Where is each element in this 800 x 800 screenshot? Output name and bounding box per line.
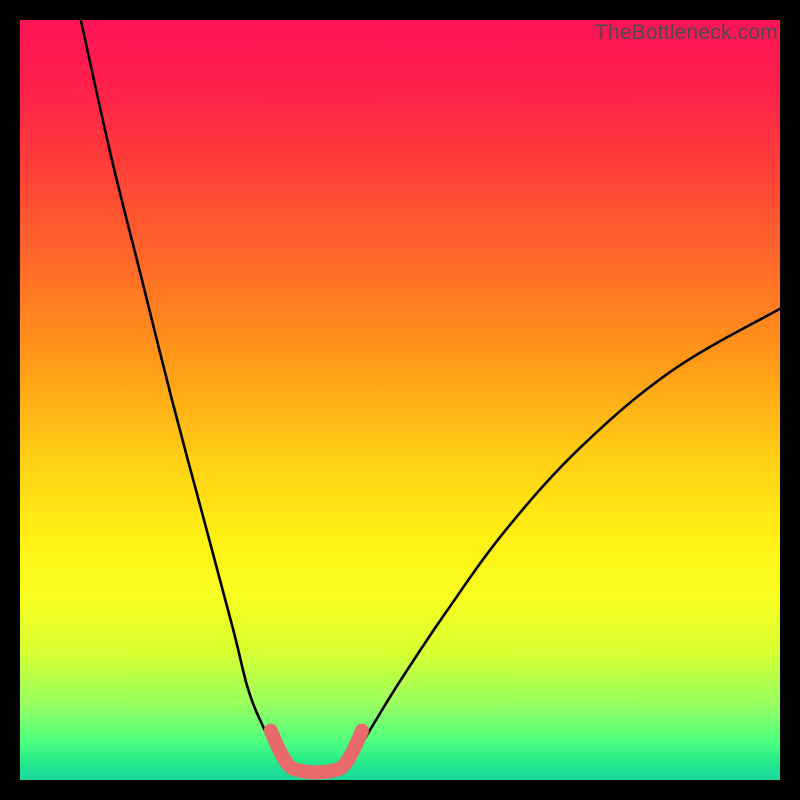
bottleneck-curve (81, 20, 780, 772)
chart-svg (20, 20, 780, 780)
bottom-highlight-curve (271, 731, 362, 773)
watermark-text: TheBottleneck.com (595, 21, 778, 45)
chart-frame: TheBottleneck.com (20, 20, 780, 780)
